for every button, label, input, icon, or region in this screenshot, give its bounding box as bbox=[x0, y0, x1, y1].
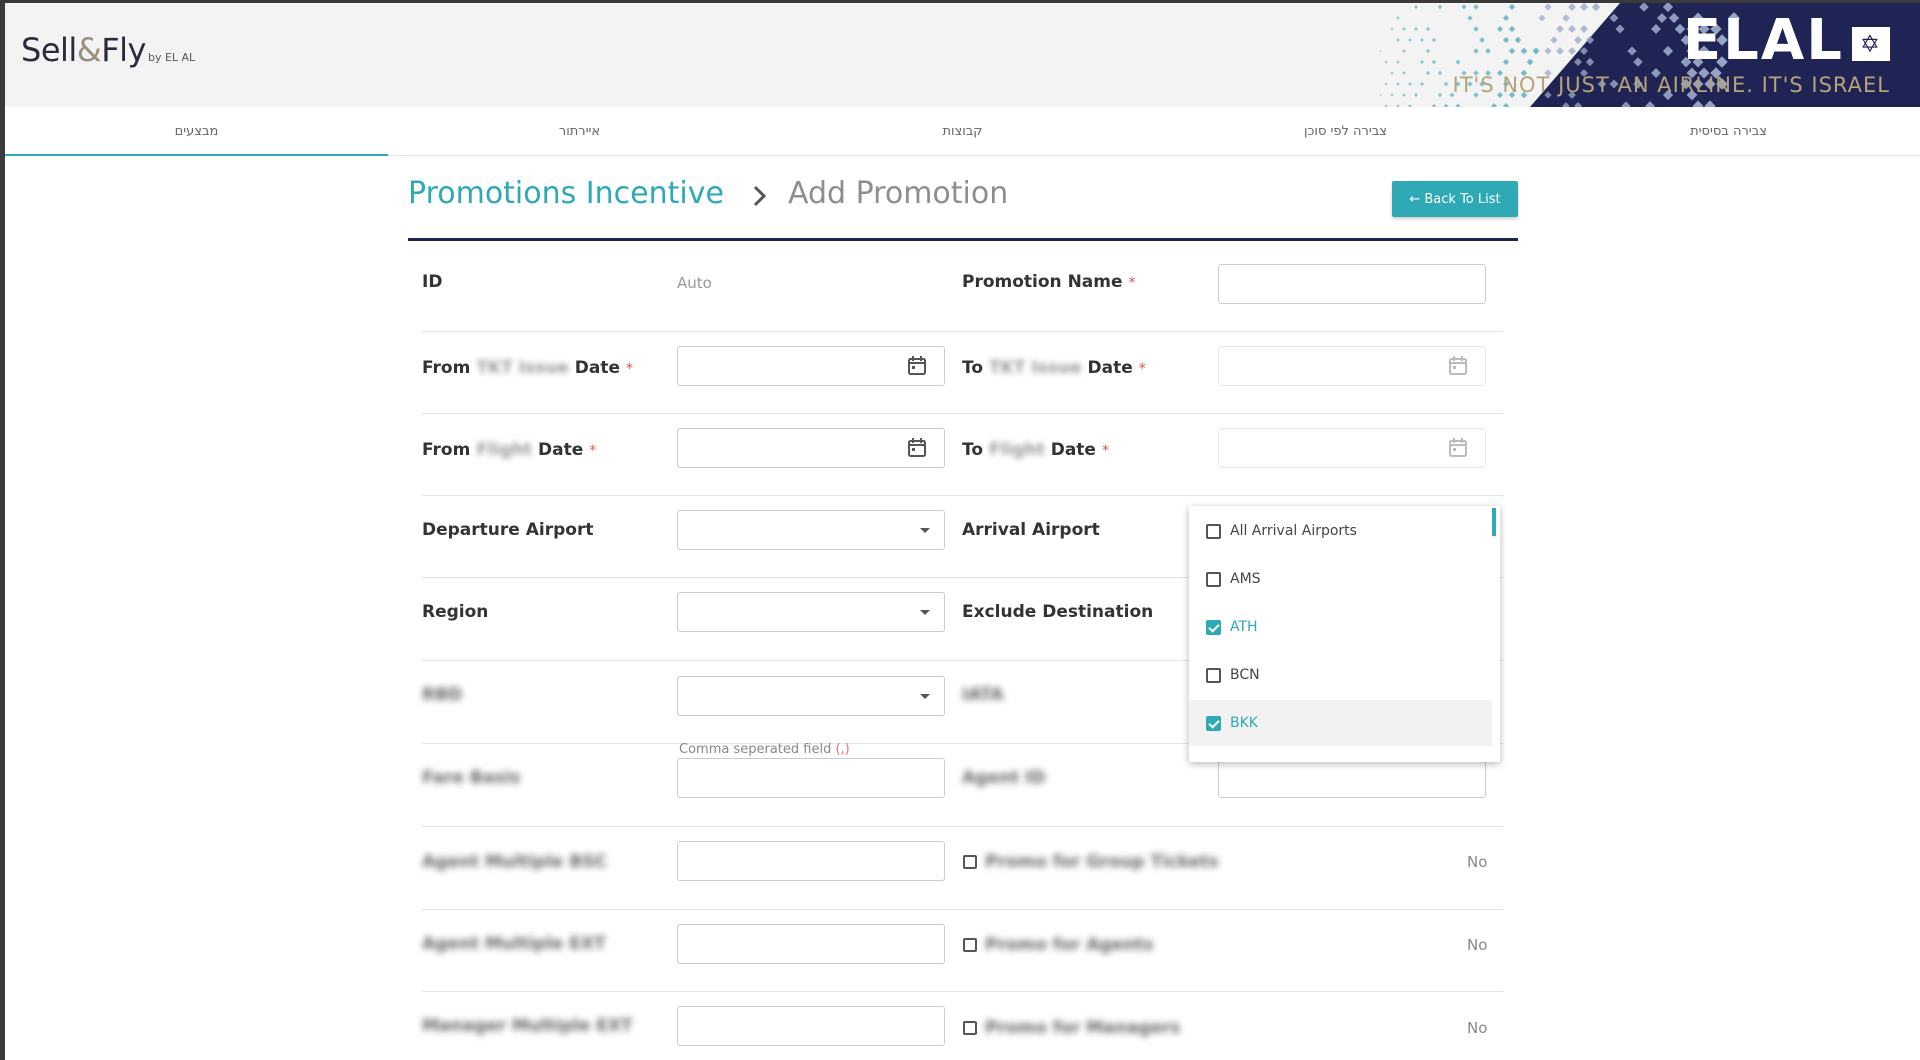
chevron-right-icon bbox=[748, 184, 772, 208]
promotion-name-label: Promotion Name * bbox=[962, 272, 1136, 292]
calendar-icon[interactable] bbox=[908, 438, 926, 458]
checkbox-icon[interactable] bbox=[1206, 668, 1221, 683]
page-title-row: Promotions Incentive Add Promotion ← Bac… bbox=[408, 172, 1518, 241]
tab-basic-accrual[interactable]: צבירה בסיסית bbox=[1537, 107, 1920, 155]
arrival-airport-label: Arrival Airport bbox=[962, 520, 1100, 540]
tab-air-tour[interactable]: איירתור bbox=[388, 107, 771, 155]
sellfly-logo[interactable]: Sell&Fly by EL AL bbox=[21, 31, 195, 69]
rbd-select[interactable] bbox=[677, 676, 945, 716]
to-flight-date-input[interactable] bbox=[1218, 428, 1486, 468]
breadcrumb-current: Add Promotion bbox=[788, 176, 1008, 211]
promo-managers-label: Promo for Managers bbox=[985, 1018, 1180, 1038]
agent-id-input[interactable] bbox=[1218, 758, 1486, 798]
calendar-icon[interactable] bbox=[908, 356, 926, 376]
promo-managers-checkbox[interactable] bbox=[963, 1021, 977, 1035]
fare-basis-label: Fare Basis bbox=[422, 768, 520, 788]
row-divider bbox=[422, 909, 1503, 910]
chevron-down-icon bbox=[920, 528, 930, 533]
promo-group-label: Promo for Group Tickets bbox=[985, 852, 1219, 872]
to-issue-date-input[interactable] bbox=[1218, 346, 1486, 386]
chevron-down-icon bbox=[920, 694, 930, 699]
departure-airport-select[interactable] bbox=[677, 510, 945, 550]
main-tabs: צבירה בסיסית צבירה לפי סוכן קבוצות איירת… bbox=[5, 107, 1920, 156]
from-flight-date-label: From Flight Date * bbox=[422, 440, 596, 460]
manager-multiple-ext-input[interactable] bbox=[677, 1006, 945, 1046]
dropdown-option-ams[interactable]: AMS bbox=[1189, 556, 1492, 602]
back-to-list-button[interactable]: ← Back To List bbox=[1392, 181, 1518, 217]
agent-id-label: Agent ID bbox=[962, 768, 1045, 788]
region-select[interactable] bbox=[677, 592, 945, 632]
agent-multiple-bsc-label: Agent Multiple BSC bbox=[422, 852, 607, 872]
from-issue-date-input[interactable] bbox=[677, 346, 945, 386]
to-flight-date-label: To Flight Date * bbox=[962, 440, 1109, 460]
from-issue-date-label: From TKT Issue Date * bbox=[422, 358, 633, 378]
dropdown-option-all[interactable]: All Arrival Airports bbox=[1189, 508, 1492, 554]
logo-by-text: by EL AL bbox=[148, 51, 195, 64]
region-label: Region bbox=[422, 602, 488, 622]
agent-multiple-bsc-input[interactable] bbox=[677, 841, 945, 881]
row-divider bbox=[422, 413, 1503, 414]
promo-agents-label: Promo for Agents bbox=[985, 935, 1153, 955]
dropdown-option-ath[interactable]: ATH bbox=[1189, 604, 1492, 650]
elal-banner: ELAL ✡ IT'S NOT JUST AN AIRLINE. IT'S ISR… bbox=[1380, 3, 1920, 107]
calendar-icon[interactable] bbox=[1449, 356, 1467, 376]
dropdown-option-bkk[interactable]: BKK bbox=[1189, 700, 1492, 746]
iata-label: IATA bbox=[962, 685, 1004, 705]
row-divider bbox=[422, 495, 1503, 496]
exclude-destination-label: Exclude Destination bbox=[962, 602, 1153, 622]
departure-airport-label: Departure Airport bbox=[422, 520, 593, 540]
window-frame-left bbox=[0, 0, 5, 1060]
agent-multiple-ext-input[interactable] bbox=[677, 924, 945, 964]
to-issue-date-label: To TKT Issue Date * bbox=[962, 358, 1146, 378]
elal-logo: ELAL ✡ IT'S NOT JUST AN AIRLINE. IT'S ISR… bbox=[1453, 11, 1890, 97]
promo-group-value: No bbox=[1467, 853, 1487, 871]
checkbox-checked-icon[interactable] bbox=[1206, 620, 1221, 635]
row-divider bbox=[422, 331, 1503, 332]
tab-groups[interactable]: קבוצות bbox=[771, 107, 1154, 155]
row-divider bbox=[422, 991, 1503, 992]
chevron-down-icon bbox=[920, 610, 930, 615]
calendar-icon[interactable] bbox=[1449, 438, 1467, 458]
from-flight-date-input[interactable] bbox=[677, 428, 945, 468]
dropdown-scrollbar[interactable] bbox=[1492, 508, 1496, 536]
promo-group-checkbox[interactable] bbox=[963, 855, 977, 869]
rbd-label: RBD bbox=[422, 685, 462, 705]
id-label: ID bbox=[422, 272, 442, 292]
promotion-name-input[interactable] bbox=[1218, 264, 1486, 304]
row-divider bbox=[422, 826, 1503, 827]
app-header: Sell&Fly by EL AL ELAL ✡ IT'S NOT JUST AN… bbox=[5, 3, 1920, 107]
checkbox-icon[interactable] bbox=[1206, 572, 1221, 587]
breadcrumb-root[interactable]: Promotions Incentive bbox=[408, 176, 724, 211]
promo-agents-checkbox[interactable] bbox=[963, 938, 977, 952]
tab-promotions[interactable]: מבצעים bbox=[5, 107, 388, 155]
comma-separated-hint: Comma seperated field (,) bbox=[679, 742, 850, 757]
fare-basis-input[interactable] bbox=[677, 758, 945, 798]
tab-agent-accrual[interactable]: צבירה לפי סוכן bbox=[1154, 107, 1537, 155]
dropdown-option-bcn[interactable]: BCN bbox=[1189, 652, 1492, 698]
promo-agents-value: No bbox=[1467, 936, 1487, 954]
checkbox-checked-icon[interactable] bbox=[1206, 716, 1221, 731]
agent-multiple-ext-label: Agent Multiple EXT bbox=[422, 934, 606, 954]
star-of-david-icon: ✡ bbox=[1852, 27, 1890, 61]
promo-managers-value: No bbox=[1467, 1019, 1487, 1037]
checkbox-icon[interactable] bbox=[1206, 524, 1221, 539]
arrival-airport-dropdown[interactable]: All Arrival Airports AMS ATH BCN BKK bbox=[1189, 506, 1500, 762]
manager-multiple-ext-label: Manager Multiple EXT bbox=[422, 1016, 633, 1036]
brand-tagline: IT'S NOT JUST AN AIRLINE. IT'S ISRAEL bbox=[1453, 73, 1890, 97]
id-value: Auto bbox=[677, 274, 712, 292]
